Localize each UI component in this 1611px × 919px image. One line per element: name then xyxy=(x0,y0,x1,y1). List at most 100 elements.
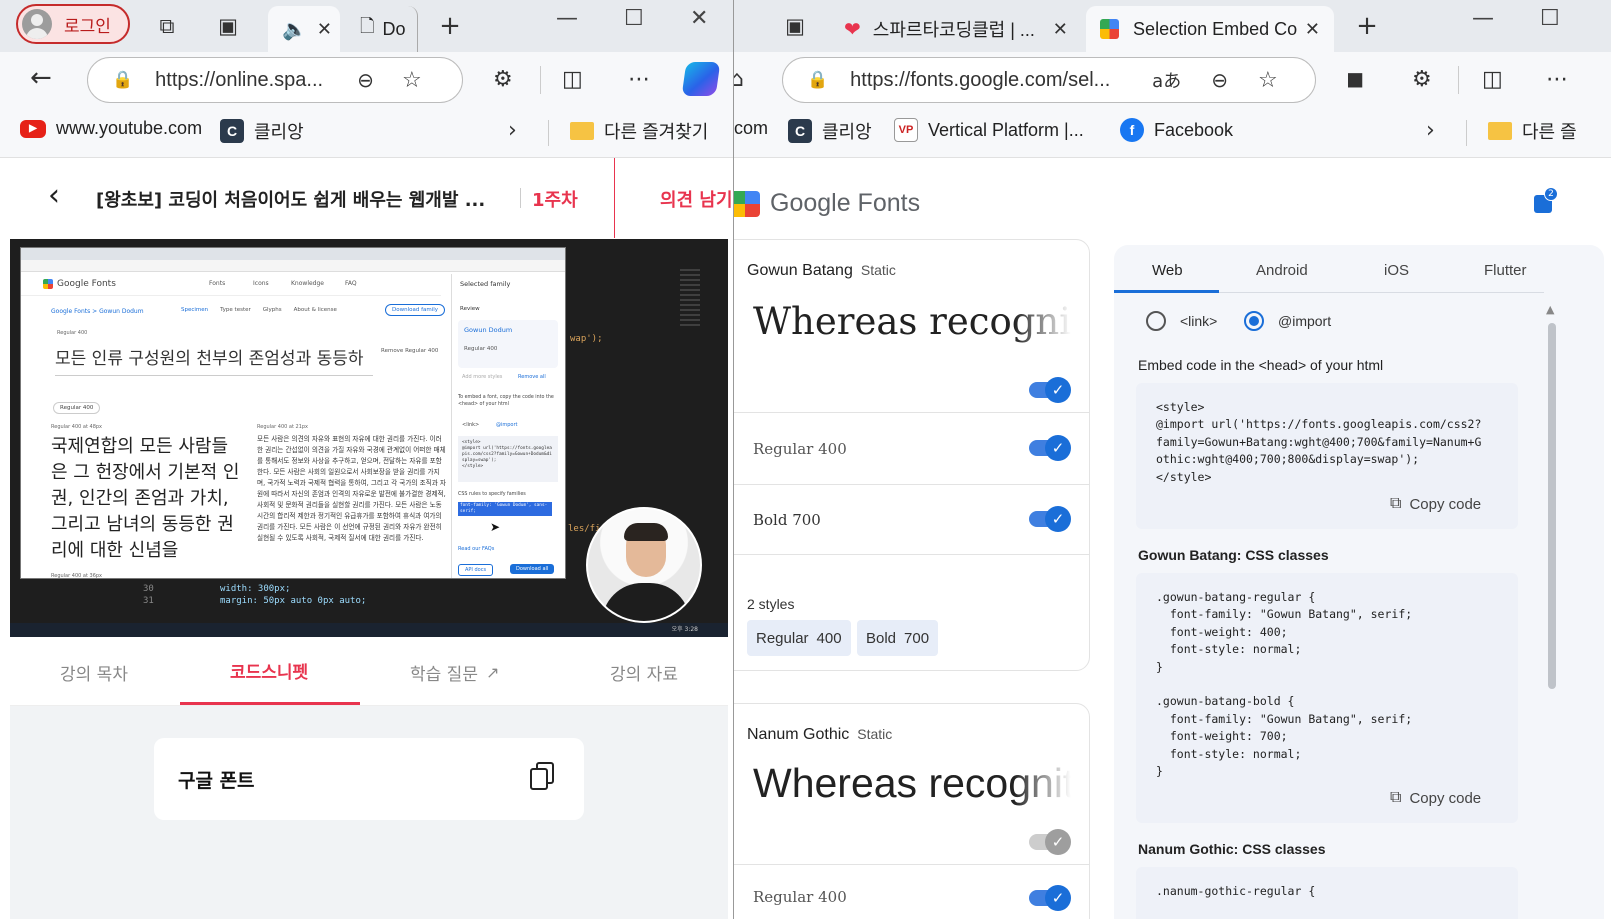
styles-count: 2 styles xyxy=(747,596,795,612)
mini-label: Remove Regular 400 xyxy=(381,348,439,354)
family-toggle[interactable]: ✓ xyxy=(1029,377,1071,403)
lecture-header: ‹ [왕초보] 코딩이 처음이어도 쉽게 배우는 웹개발 ... 1주차 의견 … xyxy=(10,158,733,238)
mini-selected-family-panel: Selected family Review Gowun Dodum Regul… xyxy=(451,274,565,578)
tab-label: 학습 질문 xyxy=(410,665,478,685)
code-line: width: 300px; xyxy=(220,584,291,594)
tab-document[interactable]: 🗋 Do xyxy=(346,6,418,52)
tab-code-snippet[interactable]: 코드스니펫 xyxy=(230,658,308,683)
tab-lecture-material[interactable]: 강의 자료 xyxy=(610,660,678,685)
copy-label: Copy code xyxy=(1409,495,1482,513)
close-icon[interactable]: ✕ xyxy=(1305,19,1320,40)
mini-nav: Fonts xyxy=(209,280,226,287)
split-screen-icon[interactable]: ◫ xyxy=(1482,67,1503,92)
bookmark-facebook[interactable]: f Facebook xyxy=(1120,118,1233,142)
tab-ios[interactable]: iOS xyxy=(1384,262,1409,279)
maximize-icon[interactable]: ☐ xyxy=(1540,6,1560,31)
bookmark-youtube[interactable]: ▶ www.youtube.com xyxy=(20,118,202,139)
shopping-bag-icon[interactable]: 2 xyxy=(1534,187,1558,213)
extensions-icon[interactable]: ⚙ xyxy=(493,67,513,92)
address-bar[interactable]: 🔒 https://online.spa... ⊖ ☆ xyxy=(87,57,463,103)
tab-sparta[interactable]: ❤ 스파르타코딩클럽 | ... ✕ xyxy=(830,6,1082,52)
style-chip: Regular 400 xyxy=(747,620,851,656)
game-icon[interactable]: ◼ xyxy=(1346,67,1364,92)
copilot-icon[interactable] xyxy=(681,62,721,96)
divider xyxy=(540,66,541,94)
snippet-area: 구글 폰트 xyxy=(10,706,728,919)
scroll-up-icon[interactable]: ▲ xyxy=(1546,303,1554,316)
css-code[interactable]: .gowun-batang-regular { font-family: "Go… xyxy=(1136,573,1518,823)
style-toggle-bold[interactable]: ✓ xyxy=(1029,506,1071,532)
url-text: https://fonts.google.com/sel... xyxy=(850,68,1111,91)
style-toggle-regular[interactable]: ✓ xyxy=(1029,885,1071,911)
scrollbar[interactable]: ▲ xyxy=(1546,303,1558,691)
home-icon[interactable]: ⌂ xyxy=(734,67,744,92)
radio-import[interactable]: @import xyxy=(1244,311,1331,331)
maximize-icon[interactable]: ☐ xyxy=(624,6,644,31)
gf-logo-text: Google Fonts xyxy=(770,189,921,217)
video-gf-header: Google Fonts Fonts Icons Knowledge FAQ xyxy=(21,274,441,296)
profile-login-button[interactable]: 로그인 xyxy=(16,4,130,44)
split-screen-icon[interactable]: ◫ xyxy=(562,67,583,92)
window-close-icon[interactable]: ✕ xyxy=(690,6,708,31)
favorite-star-icon[interactable]: ☆ xyxy=(1258,68,1278,93)
zoom-out-icon[interactable]: ⊖ xyxy=(1211,68,1228,92)
copy-icon[interactable] xyxy=(530,762,554,790)
tab-audio[interactable]: 🔈 ✕ xyxy=(268,6,340,52)
bookmark-other-favorites[interactable]: 다른 즐겨찾기 xyxy=(570,118,708,144)
mini-css-rule: font-family: 'Gowun Dodum', sans-serif; xyxy=(458,502,552,516)
tab-web[interactable]: Web xyxy=(1152,262,1183,279)
bookmark-label: Vertical Platform |... xyxy=(928,119,1084,140)
more-icon[interactable]: ⋯ xyxy=(628,67,650,92)
bookmark-label: 클리앙 xyxy=(254,122,304,142)
lecture-video[interactable]: wap'); les/fi 30 width: 300px; 31 margin… xyxy=(10,239,728,637)
bookmark-vertical-platform[interactable]: VP Vertical Platform |... xyxy=(894,118,1084,142)
tab-flutter[interactable]: Flutter xyxy=(1484,262,1527,279)
back-chevron-icon[interactable]: ‹ xyxy=(48,178,60,213)
copy-icon: ⧉ xyxy=(1390,789,1402,806)
tab-strip: ▣ ❤ 스파르타코딩클럽 | ... ✕ Selection Embed Co.… xyxy=(734,0,1611,52)
read-aloud-icon[interactable]: aあ xyxy=(1152,67,1181,93)
new-tab-icon[interactable]: + xyxy=(1354,13,1380,39)
copy-code-button[interactable]: ⧉ Copy code xyxy=(1390,495,1481,513)
scrollbar-thumb[interactable] xyxy=(1548,323,1556,689)
gf-logo[interactable]: Google Fonts xyxy=(734,189,920,218)
chip-weight: 700 xyxy=(904,629,930,647)
favorite-star-icon[interactable]: ☆ xyxy=(402,68,422,93)
divider xyxy=(1458,66,1459,94)
address-bar[interactable]: 🔒 https://fonts.google.com/sel... aあ ⊖ ☆ xyxy=(782,57,1316,103)
tab-study-question[interactable]: 학습 질문 ↗ xyxy=(410,660,499,685)
family-card-gowun-batang: Gowun Batang Static Whereas recognitio ✓… xyxy=(734,239,1090,671)
style-toggle-regular[interactable]: ✓ xyxy=(1029,435,1071,461)
css-code[interactable]: .nanum-gothic-regular { xyxy=(1136,867,1518,919)
chevron-right-icon[interactable]: › xyxy=(508,118,517,143)
tab-table-of-contents[interactable]: 강의 목차 xyxy=(60,660,128,685)
tab-google-fonts[interactable]: Selection Embed Co... ✕ xyxy=(1086,6,1334,52)
facebook-icon: f xyxy=(1120,118,1144,142)
snippet-card[interactable]: 구글 폰트 xyxy=(154,738,584,820)
close-icon[interactable]: ✕ xyxy=(317,19,332,40)
close-icon[interactable]: ✕ xyxy=(1053,19,1068,40)
bookmark-clien[interactable]: C 클리앙 xyxy=(788,118,872,144)
bookmark-clien[interactable]: C 클리앙 xyxy=(220,118,304,144)
back-arrow-icon[interactable]: ← xyxy=(30,63,52,93)
bookmark-other-favorites[interactable]: 다른 즐 xyxy=(1488,118,1577,144)
zoom-out-icon[interactable]: ⊖ xyxy=(357,68,374,92)
minimize-icon[interactable]: — xyxy=(1472,6,1494,31)
radio-link[interactable]: <link> xyxy=(1146,311,1217,331)
lock-icon: 🔒 xyxy=(112,70,134,90)
family-toggle[interactable]: ✓ xyxy=(1029,829,1071,855)
more-icon[interactable]: ⋯ xyxy=(1546,67,1568,92)
new-tab-icon[interactable]: + xyxy=(437,13,463,39)
bookmark-partial[interactable]: com xyxy=(734,118,768,139)
workspaces-icon[interactable]: ⧉ xyxy=(154,13,180,39)
tab-actions-icon[interactable]: ▣ xyxy=(215,13,241,39)
chevron-right-icon[interactable]: › xyxy=(1426,118,1435,143)
minimize-icon[interactable]: — xyxy=(556,6,578,31)
tab-actions-icon[interactable]: ▣ xyxy=(782,13,808,39)
copy-code-button[interactable]: ⧉ Copy code xyxy=(1390,789,1481,807)
extensions-icon[interactable]: ⚙ xyxy=(1412,67,1432,92)
tab-android[interactable]: Android xyxy=(1256,262,1308,279)
feedback-button[interactable]: 의견 남기 xyxy=(660,186,733,212)
gf-mini-logo xyxy=(43,279,53,289)
sparta-favicon: ❤ xyxy=(844,18,861,41)
